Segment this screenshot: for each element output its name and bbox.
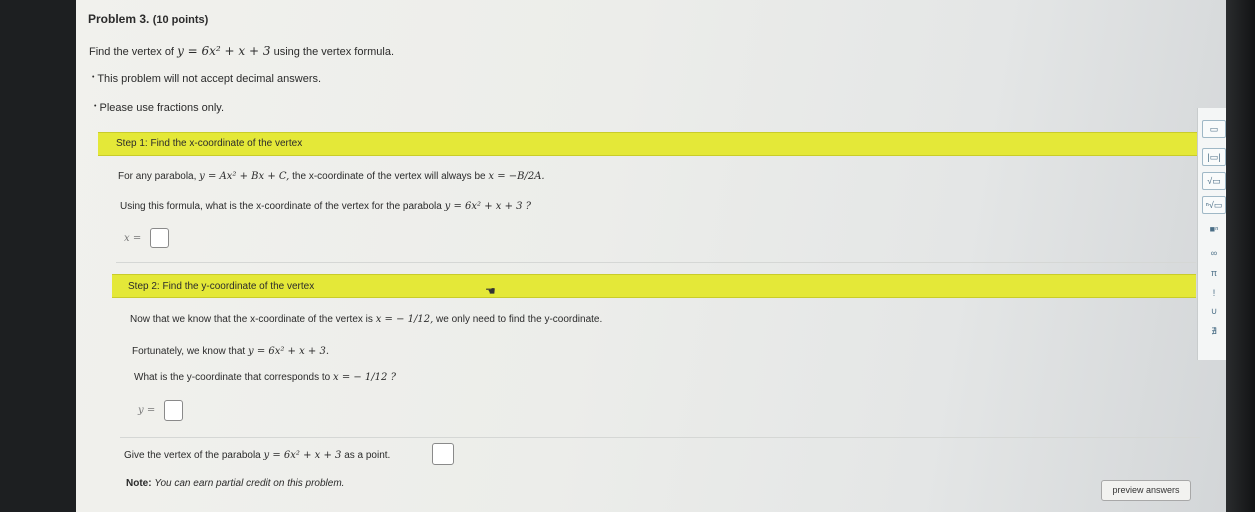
problem-intro: Find the vertex of y = 6x² + x + 3 using… <box>89 44 395 58</box>
factorial-icon[interactable]: ! <box>1202 288 1226 298</box>
fraction-icon[interactable]: ▭ <box>1202 120 1226 138</box>
dne-icon[interactable]: ∄ <box>1202 326 1226 337</box>
vertex-point-question: Give the vertex of the parabola y = 6x² … <box>124 450 391 461</box>
bullet-fractions-only: • Please use fractions only. <box>94 102 225 114</box>
x-answer-label: x = <box>124 233 142 244</box>
divider <box>120 437 1200 438</box>
step1-header[interactable]: Step 1: Find the x-coordinate of the ver… <box>98 132 1208 156</box>
infinity-icon[interactable]: ∞ <box>1202 248 1226 258</box>
step1-question: Using this formula, what is the x-coordi… <box>120 201 532 212</box>
step1-formula-text: For any parabola, y = Ax² + Bx + C, the … <box>118 171 545 182</box>
hand-cursor-icon: ☚ <box>485 284 496 298</box>
step2-known-equation: Fortunately, we know that y = 6x² + x + … <box>132 346 330 357</box>
y-answer-label: y = <box>138 405 156 416</box>
partial-credit-note: Note: You can earn partial credit on thi… <box>126 478 345 489</box>
problem-page: Problem 3. (10 points) Find the vertex o… <box>76 0 1226 512</box>
step2-header[interactable]: Step 2: Find the y-coordinate of the ver… <box>112 274 1196 298</box>
step2-header-label: Step 2: Find the y-coordinate of the ver… <box>128 281 315 292</box>
step1-header-label: Step 1: Find the x-coordinate of the ver… <box>116 138 303 149</box>
y-coordinate-input[interactable] <box>164 400 183 421</box>
nth-root-icon[interactable]: ⁿ√▭ <box>1202 196 1226 214</box>
screen-edge <box>1226 0 1255 512</box>
bullet-no-decimals: • This problem will not accept decimal a… <box>92 73 322 85</box>
step2-question: What is the y-coordinate that correspond… <box>134 372 396 383</box>
union-icon[interactable]: ∪ <box>1202 306 1226 317</box>
preview-answers-button[interactable]: preview answers <box>1101 480 1191 501</box>
abs-value-icon[interactable]: |▭| <box>1202 148 1226 166</box>
sqrt-icon[interactable]: √▭ <box>1202 172 1226 190</box>
problem-title: Problem 3. (10 points) <box>88 12 209 26</box>
vertex-point-input[interactable] <box>432 443 454 465</box>
x-coordinate-input[interactable] <box>150 228 169 248</box>
step2-known-x: Now that we know that the x-coordinate o… <box>130 314 603 325</box>
pi-icon[interactable]: π <box>1202 268 1226 278</box>
exponent-icon[interactable]: ■ⁿ <box>1202 224 1226 234</box>
divider <box>116 262 1196 263</box>
